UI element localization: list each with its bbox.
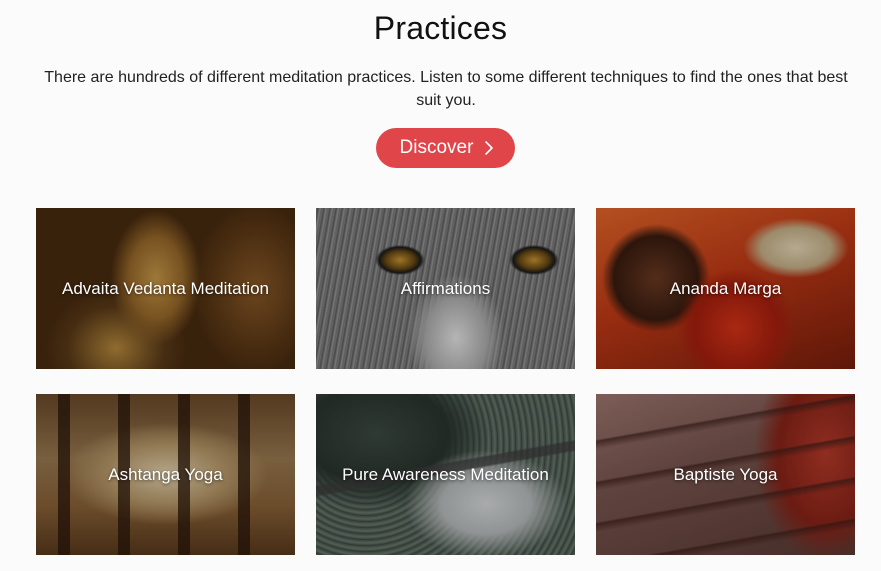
- practice-card-ananda-marga[interactable]: Ananda Marga: [596, 208, 855, 369]
- discover-button[interactable]: Discover: [376, 128, 515, 168]
- practice-card-label: Affirmations: [400, 278, 491, 298]
- practice-card-label: Pure Awareness Meditation: [342, 464, 549, 484]
- practice-card-advaita-vedanta-meditation[interactable]: Advaita Vedanta Meditation: [36, 208, 295, 369]
- practice-card-pure-awareness-meditation[interactable]: Pure Awareness Meditation: [316, 394, 575, 555]
- practice-card-ashtanga-yoga[interactable]: Ashtanga Yoga: [36, 394, 295, 555]
- practice-card-label: Ashtanga Yoga: [108, 464, 223, 484]
- practice-card-label: Advaita Vedanta Meditation: [62, 278, 269, 298]
- page-title: Practices: [373, 10, 508, 46]
- practice-card-baptiste-yoga[interactable]: Baptiste Yoga: [596, 394, 855, 555]
- practice-card-label: Baptiste Yoga: [673, 464, 778, 484]
- page-description: There are hundreds of different meditati…: [44, 69, 848, 109]
- practice-card-affirmations[interactable]: Affirmations: [316, 208, 575, 369]
- practices-page: Practices There are hundreds of differen…: [0, 0, 881, 571]
- discover-button-label: Discover: [399, 137, 474, 158]
- practice-card-label: Ananda Marga: [669, 278, 782, 298]
- chevron-right-icon: [485, 141, 494, 155]
